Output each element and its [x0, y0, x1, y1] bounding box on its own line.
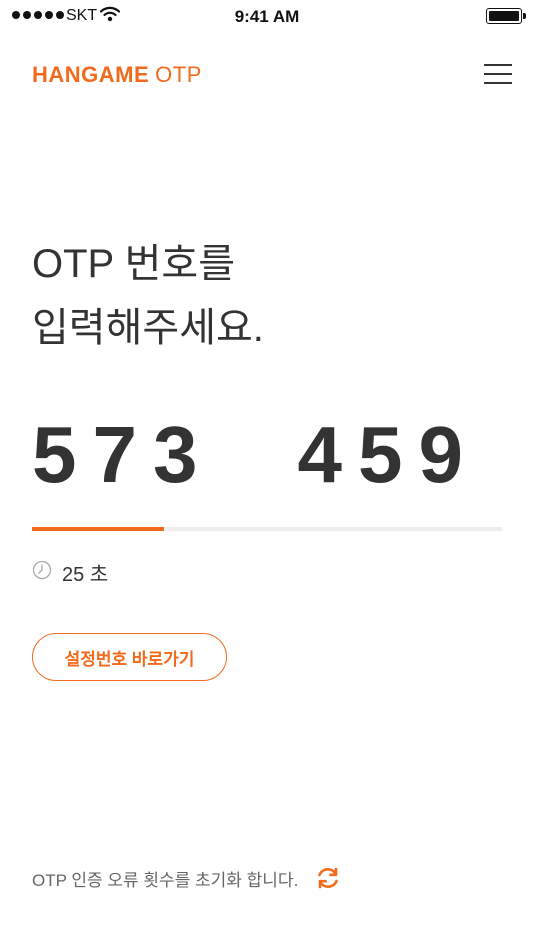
logo-suffix: OTP	[155, 62, 202, 87]
status-bar: SKT 9:41 AM	[0, 0, 534, 36]
reset-error-text: OTP 인증 오류 횟수를 초기화 합니다.	[32, 870, 299, 890]
hamburger-menu-icon[interactable]	[484, 62, 514, 86]
app-header: HANGAME OTP	[32, 58, 514, 92]
otp-code-part1: 573	[32, 410, 214, 499]
page-title-line2: 입력해주세요.	[32, 306, 264, 350]
otp-code: 573 459	[32, 410, 479, 500]
logo-brand: HANGAME	[32, 62, 150, 87]
status-time: 9:41 AM	[234, 7, 300, 26]
settings-shortcut-button[interactable]: 설정번호 바로가기	[32, 633, 227, 681]
battery-icon	[486, 8, 526, 24]
otp-time-progress	[32, 527, 502, 531]
page-title-line1: OTP 번호를	[32, 242, 236, 286]
app-logo: HANGAME OTP	[32, 62, 202, 88]
page-title: OTP 번호를 입력해주세요.	[32, 232, 264, 360]
timer-text: 25 초	[62, 564, 109, 586]
refresh-icon[interactable]	[314, 864, 342, 892]
otp-timer: 25 초	[32, 558, 108, 587]
clock-icon	[32, 560, 52, 585]
reset-error-count: OTP 인증 오류 횟수를 초기화 합니다.	[32, 864, 342, 892]
otp-time-progress-fill	[32, 527, 164, 531]
otp-code-part2: 459	[297, 410, 479, 499]
